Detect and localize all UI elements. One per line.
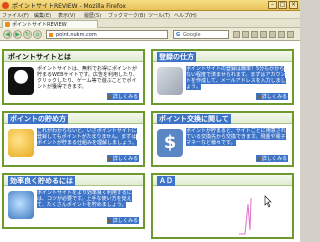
menu-help[interactable]: ヘルプ(H) bbox=[174, 12, 197, 19]
window-title: ポイントサイトREVIEW - Mozilla Firefox bbox=[12, 3, 126, 10]
page-content: ポイントサイトとは ポイントサイトは、無料でお得にポイントが貯まるWEBサイトで… bbox=[0, 41, 300, 242]
read-more-link[interactable]: 詳しくみる bbox=[255, 93, 288, 100]
registration-image bbox=[157, 67, 183, 95]
panel-earning: ポイントの貯め方 これがわからないと、いざポイントサイトに登録してもポイントがた… bbox=[2, 111, 145, 167]
panel-registration: 登録の仕方 ポイントサイトの登録は簡単！5分もかからない程度で済ませられます。ま… bbox=[151, 49, 294, 105]
panel-title: ポイントの貯め方 bbox=[8, 114, 68, 124]
toolbar-addon-icon-4[interactable] bbox=[260, 31, 267, 38]
panel-header: ポイント交換に関して bbox=[153, 113, 292, 124]
panel-text: これがわからないと、いざポイントサイトに登録してもポイントがたまりません。まずは… bbox=[37, 128, 137, 146]
panel-header: 登録の仕方 bbox=[153, 51, 292, 62]
panel-efficiency: 効率良く貯めるには ポイントサイトをより効率良く利用するには、コツが必要です。上… bbox=[2, 173, 145, 229]
search-engine-label: Google bbox=[183, 32, 201, 38]
search-box[interactable]: G Google bbox=[173, 30, 229, 39]
forward-icon[interactable]: ▶ bbox=[13, 30, 22, 39]
dollar-icon: $ bbox=[157, 129, 183, 157]
panel-text: ポイントサイトは、無料でお得にポイントが貯まるWEBサイトです。広告を利用したり… bbox=[37, 66, 138, 90]
mouse-cursor-icon bbox=[264, 195, 272, 208]
read-more-link[interactable]: 詳しくみる bbox=[255, 155, 288, 162]
panel-about: ポイントサイトとは ポイントサイトは、無料でお得にポイントが貯まるWEBサイトで… bbox=[2, 49, 145, 105]
panel-header: ポイントの貯め方 bbox=[4, 113, 143, 124]
google-icon: G bbox=[176, 32, 181, 38]
panel-title: 登録の仕方 bbox=[157, 52, 196, 62]
toolbar-addon-icon-2[interactable] bbox=[242, 31, 249, 38]
ad-graphic-line bbox=[239, 197, 252, 235]
panel-header: 効率良く貯めるには bbox=[4, 175, 143, 186]
panel-text: ポイントサイトをより効率良く利用するには、コツが必要です。上手な使い方を覚えて、… bbox=[37, 190, 132, 208]
minimize-button[interactable]: – bbox=[268, 1, 277, 9]
navigation-toolbar: ◀ ▶ ↻ ⌂ point.nukm.com G Google bbox=[0, 28, 300, 41]
read-more-link[interactable]: 詳しくみる bbox=[106, 155, 139, 162]
panel-header: ポイントサイトとは bbox=[4, 51, 143, 62]
penguin-icon bbox=[8, 67, 34, 95]
site-favicon bbox=[5, 22, 10, 27]
toolbar-addon-icon-5[interactable] bbox=[269, 31, 276, 38]
back-icon[interactable]: ◀ bbox=[3, 30, 12, 39]
tab-bar: ポイントサイトREVIEW bbox=[0, 19, 300, 28]
toolbar-addon-icon-6[interactable] bbox=[278, 31, 285, 38]
toolbar-addon-icon-3[interactable] bbox=[251, 31, 258, 38]
menu-bookmarks[interactable]: ブックマーク(B) bbox=[108, 12, 145, 19]
maximize-button[interactable]: □ bbox=[278, 1, 287, 9]
ad-area[interactable] bbox=[153, 186, 292, 237]
menu-view[interactable]: 表示(V) bbox=[58, 12, 75, 19]
panel-exchange: ポイント交換に関して $ ポイントが貯まると、サイトごとに用意されている交換先か… bbox=[151, 111, 294, 167]
reload-icon[interactable]: ↻ bbox=[23, 30, 32, 39]
coin-icon bbox=[8, 129, 34, 157]
menu-bar: ファイル(F) 編集(E) 表示(V) 履歴(S) ブックマーク(B) ツール(… bbox=[0, 11, 300, 19]
panel-header: ＡＤ bbox=[153, 175, 292, 186]
globe-icon bbox=[8, 191, 34, 219]
read-more-link[interactable]: 詳しくみる bbox=[106, 93, 139, 100]
panel-text: ポイントサイトの登録は簡単！5分もかからない程度で済ませられます。まずはアカウン… bbox=[186, 66, 286, 90]
read-more-link[interactable]: 詳しくみる bbox=[106, 217, 139, 224]
tab-active[interactable]: ポイントサイトREVIEW bbox=[2, 20, 98, 28]
toolbar-addon-icon-7[interactable] bbox=[287, 31, 294, 38]
home-icon[interactable]: ⌂ bbox=[33, 30, 42, 39]
url-text: point.nukm.com bbox=[56, 32, 97, 38]
firefox-icon bbox=[2, 2, 9, 9]
panel-title: ポイント交換に関して bbox=[157, 114, 231, 124]
toolbar-addon-icon-1[interactable] bbox=[233, 31, 240, 38]
panel-title: ポイントサイトとは bbox=[8, 53, 71, 61]
close-button[interactable]: × bbox=[289, 1, 298, 9]
panel-ad: ＡＤ bbox=[151, 173, 294, 239]
panel-title: ＡＤ bbox=[157, 176, 175, 186]
menu-edit[interactable]: 編集(E) bbox=[34, 12, 51, 19]
menu-history[interactable]: 履歴(S) bbox=[84, 12, 101, 19]
menu-tools[interactable]: ツール(T) bbox=[148, 12, 170, 19]
tab-title: ポイントサイトREVIEW bbox=[12, 22, 67, 28]
panel-title: 効率良く貯めるには bbox=[8, 176, 75, 186]
window-title-bar[interactable]: ポイントサイトREVIEW - Mozilla Firefox – □ × bbox=[0, 0, 300, 11]
menu-file[interactable]: ファイル(F) bbox=[2, 12, 29, 19]
url-favicon bbox=[49, 33, 53, 37]
panel-text: ポイントが貯まると、サイトごとに用意されている交換先から交換できます。現金や電子… bbox=[186, 128, 286, 146]
url-bar[interactable]: point.nukm.com bbox=[46, 30, 168, 39]
